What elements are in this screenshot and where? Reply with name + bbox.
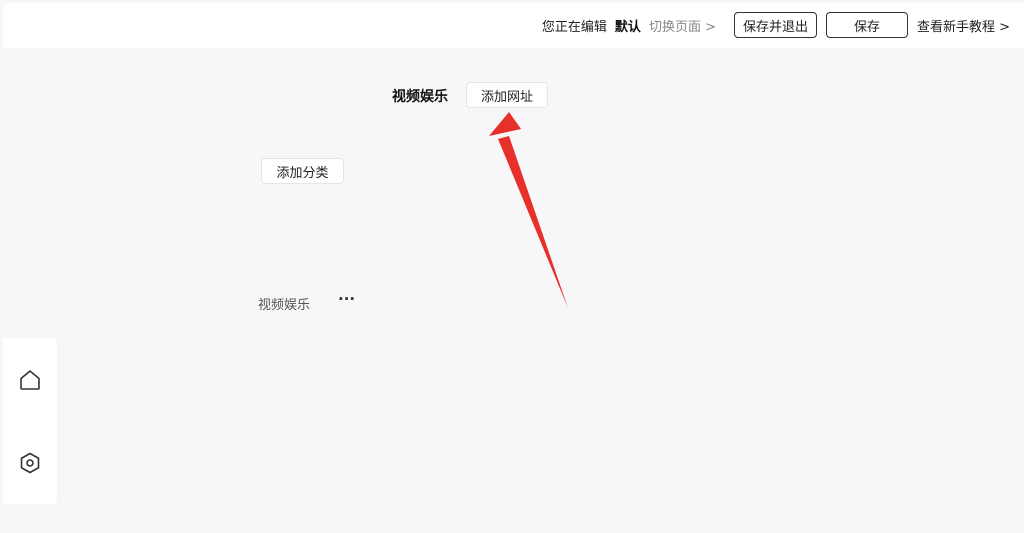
save-and-exit-button[interactable]: 保存并退出 (733, 12, 817, 38)
top-bar: 您正在编辑 默认 切换页面 > 保存并退出 保存 查看新手教程 > (3, 3, 1024, 48)
current-page-name: 默认 (614, 19, 641, 35)
save-button[interactable]: 保存 (825, 12, 908, 38)
topbar-actions: 您正在编辑 默认 切换页面 > 保存并退出 保存 查看新手教程 > (542, 12, 1010, 38)
home-icon[interactable] (17, 367, 43, 393)
annotation-arrow-icon (489, 112, 568, 308)
tutorial-link[interactable]: 查看新手教程 > (917, 16, 1010, 35)
switch-page-link[interactable]: 切换页面 > (649, 16, 716, 35)
sidebar (3, 338, 57, 504)
editing-status-label: 您正在编辑 (541, 19, 607, 35)
settings-icon[interactable] (17, 450, 43, 476)
group-title: 视频娱乐 (392, 89, 448, 105)
add-category-button[interactable]: 添加分类 (261, 158, 344, 184)
more-options-icon[interactable]: ··· (338, 290, 355, 308)
category-item[interactable]: 视频娱乐 (258, 294, 310, 313)
add-url-button[interactable]: 添加网址 (466, 82, 548, 108)
